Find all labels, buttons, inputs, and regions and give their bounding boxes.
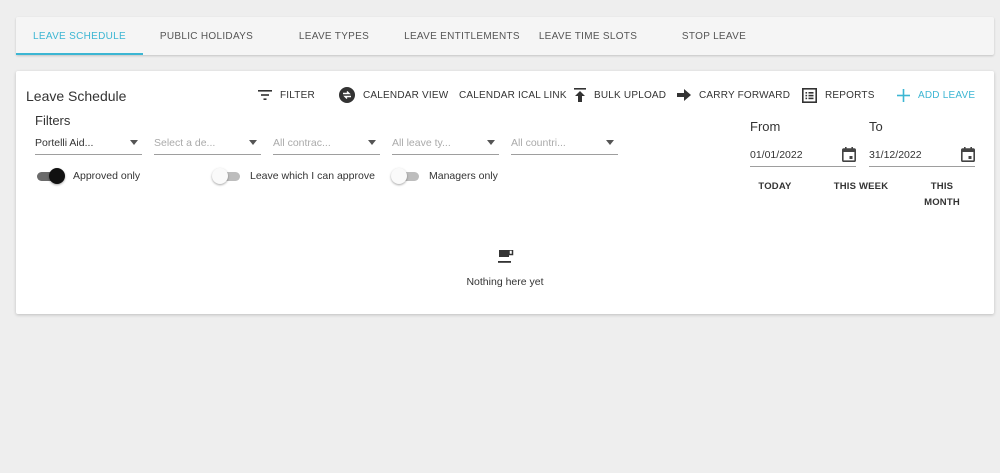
leave-i-can-approve-switch[interactable] (212, 168, 242, 184)
from-date-value: 01/01/2022 (750, 148, 803, 161)
calendar-icon[interactable] (842, 147, 856, 162)
this-month-label-line2: MONTH (924, 197, 960, 208)
country-select[interactable]: All countri... (511, 131, 618, 155)
calendar-view-button[interactable]: CALENDAR VIEW (339, 85, 448, 105)
contract-select[interactable]: All contrac... (273, 131, 380, 155)
to-label: To (869, 119, 883, 134)
this-month-button[interactable]: THIS MONTH (912, 179, 972, 211)
reports-button[interactable]: REPORTS (802, 85, 875, 105)
employee-select-value: Portelli Aid... (35, 136, 94, 149)
approved-only-switch[interactable] (35, 168, 65, 184)
tab-bar: LEAVE SCHEDULE PUBLIC HOLIDAYS LEAVE TYP… (16, 17, 994, 55)
managers-only-toggle[interactable]: Managers only (391, 168, 498, 184)
filters-heading: Filters (35, 113, 71, 128)
bulk-upload-label: BULK UPLOAD (594, 89, 667, 101)
department-select[interactable]: Select a de... (154, 131, 261, 155)
bulk-upload-button[interactable]: BULK UPLOAD (574, 85, 666, 105)
tab-public-holidays[interactable]: PUBLIC HOLIDAYS (143, 17, 270, 55)
managers-only-switch[interactable] (391, 168, 421, 184)
leave-i-can-approve-toggle[interactable]: Leave which I can approve (212, 168, 375, 184)
reports-icon (802, 87, 817, 103)
upload-icon (574, 88, 586, 102)
approved-only-label: Approved only (73, 170, 141, 182)
calendar-view-label: CALENDAR VIEW (363, 89, 449, 101)
chevron-down-icon (249, 140, 257, 145)
empty-state-text: Nothing here yet (466, 276, 544, 288)
add-leave-label: ADD LEAVE (918, 89, 976, 101)
chevron-down-icon (368, 140, 376, 145)
card-title: Leave Schedule (26, 88, 127, 104)
filter-icon (258, 90, 272, 100)
this-week-button[interactable]: THIS WEEK (826, 179, 896, 195)
swap-icon (339, 87, 355, 103)
tab-leave-time-slots[interactable]: LEAVE TIME SLOTS (526, 17, 650, 55)
calendar-icon[interactable] (961, 147, 975, 162)
tab-leave-entitlements[interactable]: LEAVE ENTITLEMENTS (398, 17, 526, 55)
country-select-value: All countri... (511, 136, 566, 149)
plus-icon (897, 88, 910, 102)
coffee-cup-icon (498, 250, 514, 263)
from-date-field[interactable]: 01/01/2022 (750, 143, 856, 167)
tab-stop-leave[interactable]: STOP LEAVE (650, 17, 778, 55)
carry-forward-button[interactable]: CARRY FORWARD (677, 85, 790, 105)
managers-only-label: Managers only (429, 170, 498, 182)
employee-select[interactable]: Portelli Aid... (35, 131, 142, 155)
carry-forward-label: CARRY FORWARD (699, 89, 791, 101)
filter-label: FILTER (280, 89, 315, 101)
department-select-value: Select a de... (154, 136, 216, 149)
add-leave-button[interactable]: ADD LEAVE (897, 85, 975, 105)
today-button[interactable]: TODAY (750, 179, 800, 195)
this-month-label-line1: THIS (930, 181, 954, 192)
tab-leave-types[interactable]: LEAVE TYPES (270, 17, 398, 55)
leave-schedule-card: Leave Schedule FILTER CALENDAR VIEW CALE… (16, 71, 994, 314)
filter-button[interactable]: FILTER (258, 85, 315, 105)
to-date-field[interactable]: 31/12/2022 (869, 143, 975, 167)
approved-only-toggle[interactable]: Approved only (35, 168, 140, 184)
to-date-value: 31/12/2022 (869, 148, 922, 161)
chevron-down-icon (606, 140, 614, 145)
leave-type-select-value: All leave ty... (392, 136, 451, 149)
calendar-ical-link-button[interactable]: CALENDAR ICAL LINK (459, 85, 567, 105)
contract-select-value: All contrac... (273, 136, 331, 149)
chevron-down-icon (487, 140, 495, 145)
chevron-down-icon (130, 140, 138, 145)
arrow-right-icon (677, 89, 691, 101)
from-label: From (750, 119, 781, 134)
reports-label: REPORTS (825, 89, 875, 101)
calendar-ical-label: CALENDAR ICAL LINK (459, 89, 567, 101)
leave-i-can-approve-label: Leave which I can approve (250, 170, 375, 182)
leave-type-select[interactable]: All leave ty... (392, 131, 499, 155)
tab-leave-schedule[interactable]: LEAVE SCHEDULE (16, 17, 143, 55)
